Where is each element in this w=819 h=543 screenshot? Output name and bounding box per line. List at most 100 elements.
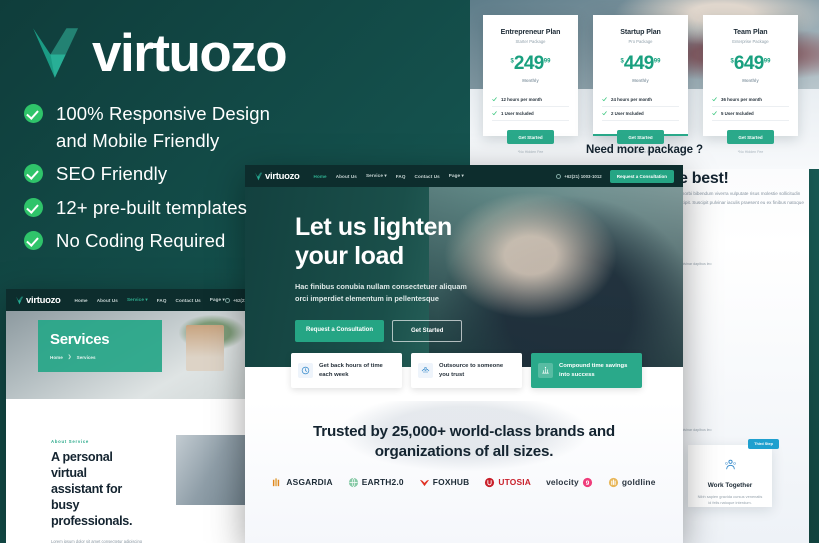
brand-name: goldline [621,477,656,487]
hero-title-line2: your load [295,241,404,270]
feature-text: No Coding Required [56,229,226,251]
brand-name: velocity [546,477,579,487]
virtuozo-v-mark-icon [16,296,24,304]
brand-name: ASGARDIA [286,477,333,487]
plan-feature: 5 User Included [712,107,789,121]
pricing-card[interactable]: Entrepreneur Plan Starter Package $24999… [483,15,578,154]
plan-feature: 2 User Included [602,107,679,121]
get-started-button[interactable]: Get Started [617,130,664,144]
plan-title: Entrepreneur Plan [500,28,561,36]
step-description: Nibh sapien gravida cursus venenatis id … [697,494,763,506]
nav-item-home[interactable]: Home [75,298,88,303]
step-card[interactable]: Third Step Work Together Nibh sapien gra… [688,439,779,507]
brands-heading: Trusted by 25,000+ world-class brands an… [245,401,683,462]
feature-card[interactable]: Get back hours of time each week [291,353,402,388]
step-badge: Third Step [748,439,779,449]
plan-price: $24999 [483,54,578,73]
check-icon [602,97,607,102]
svg-text:9: 9 [586,479,590,486]
globe-icon [348,477,358,487]
bars-icon [273,477,280,486]
fox-icon [419,479,429,486]
plan-title: Startup Plan [620,28,661,36]
price-amount: 649 [733,53,765,74]
breadcrumb-home[interactable]: Home [50,355,63,360]
get-started-button[interactable]: Get Started [507,130,554,144]
feature-text: 100% Responsive Design and Mobile Friend… [56,100,270,154]
plan-feature-label: 24 hours per month [611,97,652,102]
plan-features: 12 hours per month 1 User Included [483,93,578,121]
plan-subtitle: Pro Package [628,39,653,44]
brands-heading-line1: Trusted by 25,000+ world-class brands an… [313,423,615,440]
plan-feature-label: 5 User Included [721,111,754,116]
services-page-mockup: virtuozo Home About Us Service ▾ FAQ Con… [6,289,260,543]
phone-icon [224,297,230,303]
plan-price: $44999 [593,54,688,73]
hero-content: Let us lighten your load Hac finibus con… [245,187,683,342]
plan-title: Team Plan [733,28,768,36]
breadcrumb-current: Services [76,354,96,360]
main-navbar: virtuozo Home About Us Service ▾ FAQ Con… [245,165,683,187]
check-icon [712,111,717,116]
services-nav-menu: Home About Us Service ▾ FAQ Contact Us P… [75,297,225,303]
brand-logo: velocity 9 [546,477,593,488]
feature-card[interactable]: Compound time savings into success [531,353,642,388]
nav-item-home[interactable]: Home [314,174,327,179]
nav-item-service[interactable]: Service ▾ [127,297,148,303]
check-circle-icon [24,197,43,217]
step-title: Work Together [707,482,753,489]
nav-item-contact[interactable]: Contact Us [415,174,440,179]
services-body: About Service A personal virtual assista… [6,399,260,543]
feature-cards: Get back hours of time each week Outsour… [291,353,642,388]
services-logo[interactable]: virtuozo [15,295,61,306]
main-consultation-button[interactable]: Request a Consultation [609,169,674,183]
virtuozo-v-mark-icon [33,28,79,78]
gold-bars-icon [608,477,618,487]
pricing-card[interactable]: Team Plan Enterprise Package $64999 Mont… [703,15,798,154]
main-logo[interactable]: virtuozo [254,171,300,182]
brand-name: FOXHUB [432,477,470,487]
brands-section: Trusted by 25,000+ world-class brands an… [245,401,683,543]
nav-item-about[interactable]: About Us [97,298,118,303]
brand-logo: EARTH2.0 [348,477,404,488]
nav-item-contact[interactable]: Contact Us [176,298,201,303]
services-navbar: virtuozo Home About Us Service ▾ FAQ Con… [6,289,260,311]
hero-get-started-button[interactable]: Get Started [392,319,463,342]
plan-feature: 36 hours per month [712,93,789,107]
feature-card-text: Compound time savings into success [559,362,628,378]
brand-logo-lockup: virtuozo [28,22,288,84]
get-started-button[interactable]: Get Started [727,130,774,144]
hero-request-consultation-button[interactable]: Request a Consultation [295,319,385,342]
brand-name: UTOSIA [498,477,532,487]
check-circle-icon [24,230,43,250]
billing-period: Monthly [742,78,759,83]
nav-item-about[interactable]: About Us [336,174,357,179]
feature-card-text: Outsource to someone you trust [439,362,504,378]
growth-icon [538,363,553,378]
plan-subtitle: Enterprise Package [732,39,769,44]
price-decimals: 99 [543,58,551,65]
hero-title-line1: Let us lighten [295,213,452,241]
feature-card[interactable]: Outsource to someone you trust [411,353,522,388]
nav-item-faq[interactable]: FAQ [157,298,167,303]
pricing-card[interactable]: Startup Plan Pro Package $44999 Monthly … [593,15,688,154]
main-nav-phone[interactable]: +62(21) 1003-1012 [556,173,602,179]
check-circle-icon [24,104,43,123]
nav-item-page[interactable]: Page ▾ [210,297,225,303]
nav-item-faq[interactable]: FAQ [396,174,406,179]
nav-item-service[interactable]: Service ▾ [366,173,387,179]
handshake-icon [418,363,433,378]
services-title-band: Services Home ❯ Services [38,320,162,372]
home-page-mockup: virtuozo Home About Us Service ▾ FAQ Con… [245,165,683,543]
services-heading: A personal virtual assistant for busy pr… [51,450,133,528]
billing-period: Monthly [522,78,539,83]
main-nav-menu: Home About Us Service ▾ FAQ Contact Us P… [314,173,464,179]
feature-item: 100% Responsive Design and Mobile Friend… [24,100,444,154]
billing-period: Monthly [632,78,649,83]
plan-price: $64999 [703,54,798,73]
plan-feature-label: 12 hours per month [501,97,542,102]
brand-name: EARTH2.0 [361,477,404,487]
nav-item-page[interactable]: Page ▾ [449,173,464,179]
brand-wordmark: virtuozo [92,23,288,83]
price-decimals: 99 [653,58,661,65]
